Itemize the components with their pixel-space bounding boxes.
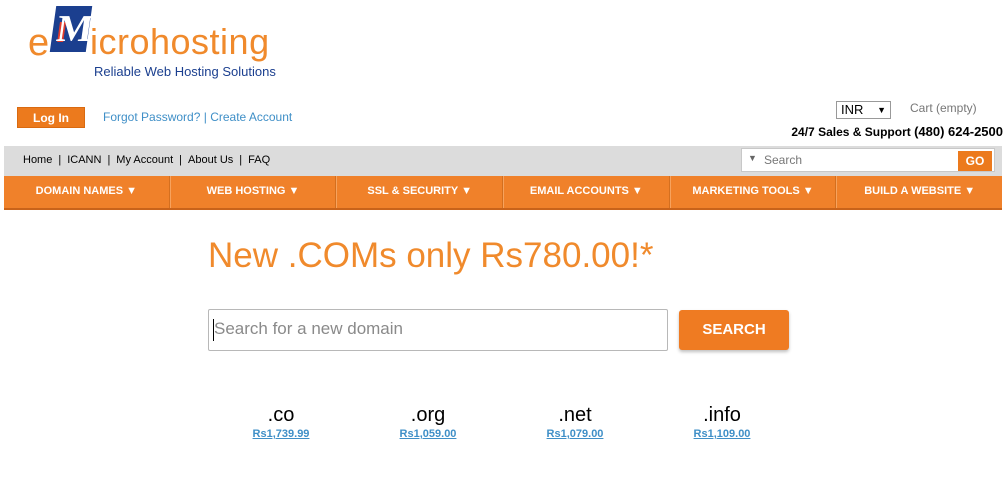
nav-web-hosting[interactable]: WEB HOSTING ▼ bbox=[169, 176, 337, 208]
login-button[interactable]: Log In bbox=[17, 107, 85, 128]
nav-email-accounts[interactable]: EMAIL ACCOUNTS ▼ bbox=[503, 176, 670, 208]
tld-price-link[interactable]: Rs1,739.99 bbox=[241, 428, 321, 440]
support-phone: (480) 624-2500 bbox=[914, 124, 1003, 139]
forgot-password-link[interactable]: Forgot Password? bbox=[103, 110, 200, 124]
site-search-placeholder: Search bbox=[764, 153, 803, 167]
tld-extension: .org bbox=[410, 404, 446, 426]
nav-marketing-tools[interactable]: MARKETING TOOLS ▼ bbox=[669, 176, 837, 208]
account-links: Forgot Password? | Create Account bbox=[103, 110, 292, 124]
domain-search-placeholder: Search for a new domain bbox=[214, 319, 403, 338]
nav-icann[interactable]: ICANN bbox=[67, 154, 101, 166]
currency-select[interactable]: INR ▼ bbox=[836, 101, 891, 119]
link-separator: | bbox=[200, 110, 211, 124]
nav-my-account[interactable]: My Account bbox=[116, 154, 173, 166]
tld-info: .info Rs1,109.00 bbox=[682, 404, 762, 440]
site-search-go-button[interactable]: GO bbox=[958, 151, 992, 171]
site-logo[interactable]: e M icrohosting Reliable Web Hosting Sol… bbox=[28, 6, 298, 82]
nav-separator: | bbox=[179, 154, 183, 166]
main-nav: DOMAIN NAMES ▼ WEB HOSTING ▼ SSL & SECUR… bbox=[4, 176, 1002, 210]
tld-extension: .info bbox=[703, 404, 741, 426]
nav-ssl-security[interactable]: SSL & SECURITY ▼ bbox=[336, 176, 504, 208]
domain-search-input[interactable]: Search for a new domain bbox=[208, 309, 668, 351]
support-label: 24/7 Sales & Support bbox=[791, 125, 915, 139]
nav-separator: | bbox=[239, 154, 243, 166]
nav-faq[interactable]: FAQ bbox=[248, 154, 270, 166]
tld-extension: .net bbox=[558, 404, 592, 426]
tld-org: .org Rs1,059.00 bbox=[388, 404, 468, 440]
secondary-nav: Home | ICANN | My Account | About Us | FAQ bbox=[23, 154, 270, 166]
nav-domain-names[interactable]: DOMAIN NAMES ▼ bbox=[4, 176, 170, 208]
support-info: 24/7 Sales & Support (480) 624-2500 bbox=[791, 124, 1003, 139]
site-search-input[interactable]: ▼ Search bbox=[741, 148, 995, 172]
logo-tagline: Reliable Web Hosting Solutions bbox=[94, 64, 276, 79]
promo-headline: New .COMs only Rs780.00!* bbox=[208, 236, 654, 275]
logo-m-badge: M bbox=[49, 6, 96, 52]
cart-link[interactable]: Cart (empty) bbox=[910, 101, 977, 115]
tld-net: .net Rs1,079.00 bbox=[535, 404, 615, 440]
nav-build-a-website[interactable]: BUILD A WEBSITE ▼ bbox=[836, 176, 1002, 208]
search-dropdown-icon[interactable]: ▼ bbox=[748, 153, 757, 163]
domain-search-button[interactable]: SEARCH bbox=[679, 310, 789, 350]
tld-extension: .co bbox=[267, 404, 295, 426]
logo-e: e bbox=[28, 22, 50, 64]
nav-home[interactable]: Home bbox=[23, 154, 52, 166]
tld-price-link[interactable]: Rs1,059.00 bbox=[388, 428, 468, 440]
nav-separator: | bbox=[58, 154, 62, 166]
tld-price-link[interactable]: Rs1,079.00 bbox=[535, 428, 615, 440]
create-account-link[interactable]: Create Account bbox=[210, 110, 292, 124]
tld-price-link[interactable]: Rs1,109.00 bbox=[682, 428, 762, 440]
nav-about-us[interactable]: About Us bbox=[188, 154, 233, 166]
currency-value: INR bbox=[841, 102, 864, 117]
tld-co: .co Rs1,739.99 bbox=[241, 404, 321, 440]
chevron-down-icon: ▼ bbox=[877, 105, 886, 115]
logo-text: icrohosting bbox=[90, 21, 270, 62]
nav-separator: | bbox=[107, 154, 111, 166]
